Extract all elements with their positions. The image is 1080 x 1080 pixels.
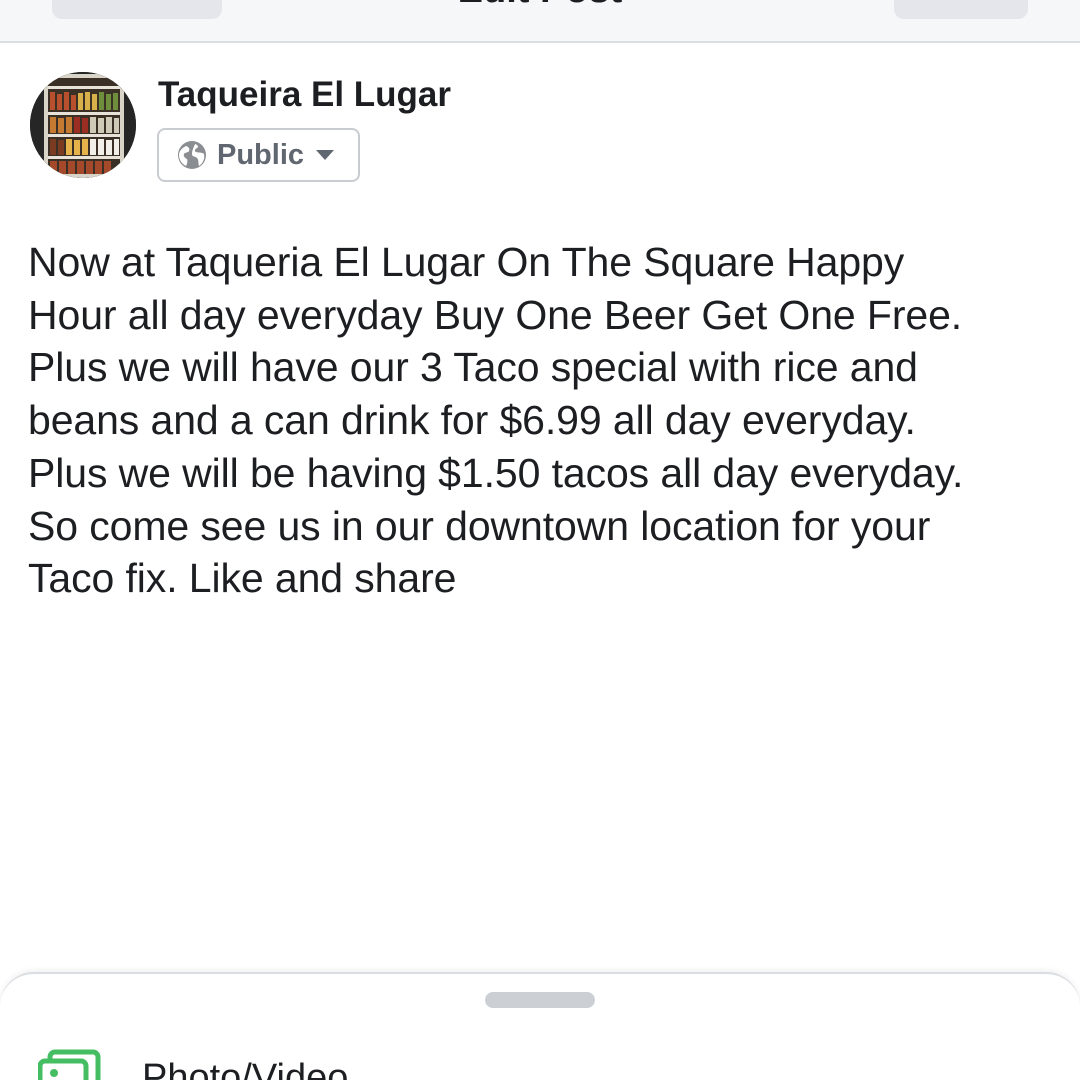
- avatar-drinks-fridge-image: [30, 72, 136, 178]
- post-text-field[interactable]: Now at Taqueria El Lugar On The Square H…: [28, 236, 1058, 605]
- author-name[interactable]: Taqueira El Lugar: [158, 72, 451, 118]
- composer-bottom-sheet[interactable]: Photo/Video: [0, 972, 1080, 1080]
- post-text-line: Now at Taqueria El Lugar On The Square H…: [28, 239, 905, 285]
- photo-icon[interactable]: [38, 1049, 102, 1080]
- post-text-line: So come see us in our downtown location …: [28, 502, 931, 549]
- post-text-line: Hour all day everyday Buy One Beer Get O…: [28, 291, 963, 338]
- sheet-drag-handle[interactable]: [485, 992, 595, 1008]
- globe-icon: [178, 141, 206, 169]
- avatar[interactable]: [30, 72, 136, 178]
- edit-post-screen: Edit Post: [0, 0, 1080, 1080]
- post-text-line: Plus we will have our 3 Taco special wit…: [28, 344, 918, 391]
- photo-video-button[interactable]: Photo/Video: [142, 1056, 348, 1080]
- post-text-line: beans and a can drink for $6.99 all day …: [28, 397, 916, 444]
- post-text-line: Plus we will be having $1.50 tacos all d…: [28, 449, 964, 496]
- privacy-selector[interactable]: Public: [157, 128, 360, 182]
- save-button[interactable]: [894, 0, 1028, 19]
- navigation-bar: Edit Post: [0, 0, 1080, 43]
- post-text-line: Taco fix. Like and share: [28, 555, 457, 602]
- caret-down-icon: [316, 150, 335, 160]
- privacy-label: Public: [217, 139, 305, 171]
